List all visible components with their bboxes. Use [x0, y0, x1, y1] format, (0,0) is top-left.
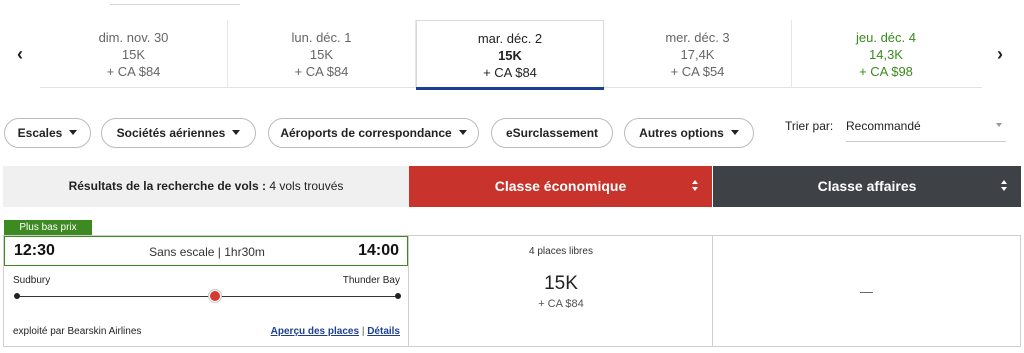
economy-class-header[interactable]: Classe économique [409, 166, 712, 207]
date-label: lun. déc. 1 [291, 30, 352, 45]
filter-bar: Escales Sociétés aériennes Aéroports de … [0, 118, 1024, 148]
operator-text: exploité par Bearskin Airlines [13, 326, 142, 337]
caret-down-icon [232, 130, 241, 136]
sort-select[interactable]: Recommandé [846, 118, 1006, 142]
destination-dot [395, 293, 401, 299]
arrival-time: 14:00 [358, 242, 399, 259]
date-option-selected[interactable]: mar. déc. 2 15K + CA $84 [416, 20, 604, 90]
date-selector: dim. nov. 30 15K + CA $84 lun. déc. 1 15… [40, 20, 982, 90]
date-tax: + CA $84 [294, 64, 349, 79]
origin-dot [14, 293, 20, 299]
stops-duration: Sans escale | 1hr30m [149, 245, 265, 259]
date-tax: + CA $98 [859, 64, 913, 79]
origin-city: Sudbury [13, 275, 51, 286]
date-points: 15K [498, 48, 522, 63]
results-header: Résultats de la recherche de vols : 4 vo… [3, 166, 1021, 207]
airlines-filter-label: Sociétés aériennes [116, 126, 226, 140]
date-points: 15K [309, 47, 334, 62]
date-points: 17,4K [680, 47, 715, 62]
date-label: jeu. déc. 4 [856, 30, 916, 45]
date-option-1[interactable]: lun. déc. 1 15K + CA $84 [228, 20, 416, 88]
economy-class-label: Classe économique [494, 178, 627, 194]
chevron-left-icon[interactable]: ‹ [12, 42, 28, 66]
date-label: dim. nov. 30 [98, 30, 169, 45]
seat-preview-link[interactable]: Aperçu des places [271, 326, 359, 337]
caret-down-icon [458, 130, 467, 136]
airlines-filter-button[interactable]: Sociétés aériennes [101, 118, 256, 148]
destination-city: Thunder Bay [342, 275, 400, 286]
upgrade-filter-label: eSurclassement [505, 126, 599, 140]
business-fare-unavailable: — [860, 284, 873, 299]
date-points: 14,3K [869, 47, 903, 62]
more-options-filter-button[interactable]: Autres options [624, 118, 754, 148]
sort-label: Trier par: [785, 119, 834, 133]
lowest-price-badge: Plus bas prix [4, 220, 92, 235]
business-fare-cell: — [713, 236, 1020, 346]
date-option-0[interactable]: dim. nov. 30 15K + CA $84 [40, 20, 228, 88]
sort-value: Recommandé [846, 119, 921, 133]
flight-links: Aperçu des places | Détails [271, 326, 400, 337]
connecting-airports-filter-label: Aéroports de correspondance [280, 126, 452, 140]
business-class-header[interactable]: Classe affaires [712, 166, 1021, 207]
upgrade-filter-button[interactable]: eSurclassement [491, 118, 613, 148]
date-label: mer. déc. 3 [665, 30, 730, 45]
date-label: mar. déc. 2 [477, 31, 543, 46]
results-count: 4 vols trouvés [266, 179, 344, 193]
date-tax: + CA $54 [670, 64, 725, 79]
flight-info: 12:30 Sans escale | 1hr30m 14:00 Sudbury… [4, 236, 409, 346]
more-options-filter-label: Autres options [639, 126, 724, 140]
airline-logo-icon [209, 290, 221, 302]
sort-arrows-icon [692, 180, 700, 193]
stops-filter-label: Escales [17, 126, 63, 140]
top-divider [110, 4, 240, 5]
link-separator: | [361, 326, 365, 337]
date-tax: + CA $84 [106, 64, 161, 79]
results-summary: Résultats de la recherche de vols : 4 vo… [3, 166, 409, 207]
details-link[interactable]: Détails [367, 326, 400, 337]
economy-tax: + CA $84 [538, 298, 584, 310]
caret-down-icon [996, 123, 1002, 127]
economy-fare-cell[interactable]: 4 places libres 15K + CA $84 [409, 236, 713, 346]
date-points: 15K [121, 47, 146, 62]
date-tax: + CA $84 [483, 65, 537, 80]
chevron-right-icon[interactable]: › [992, 42, 1008, 66]
sort-arrows-icon [1001, 180, 1009, 193]
results-summary-title: Résultats de la recherche de vols : [68, 179, 267, 193]
caret-down-icon [69, 130, 78, 136]
flight-row: 12:30 Sans escale | 1hr30m 14:00 Sudbury… [3, 235, 1021, 347]
route-path [17, 296, 398, 297]
seats-available: 4 places libres [529, 246, 593, 257]
connecting-airports-filter-button[interactable]: Aéroports de correspondance [268, 118, 479, 148]
flight-times-bar: 12:30 Sans escale | 1hr30m 14:00 [4, 236, 408, 266]
stops-filter-button[interactable]: Escales [4, 118, 91, 148]
caret-down-icon [730, 130, 739, 136]
date-option-4[interactable]: jeu. déc. 4 14,3K + CA $98 [792, 20, 980, 88]
business-class-label: Classe affaires [817, 178, 917, 194]
date-option-3[interactable]: mer. déc. 3 17,4K + CA $54 [604, 20, 792, 88]
route-line [14, 290, 401, 302]
economy-points: 15K [544, 273, 578, 294]
